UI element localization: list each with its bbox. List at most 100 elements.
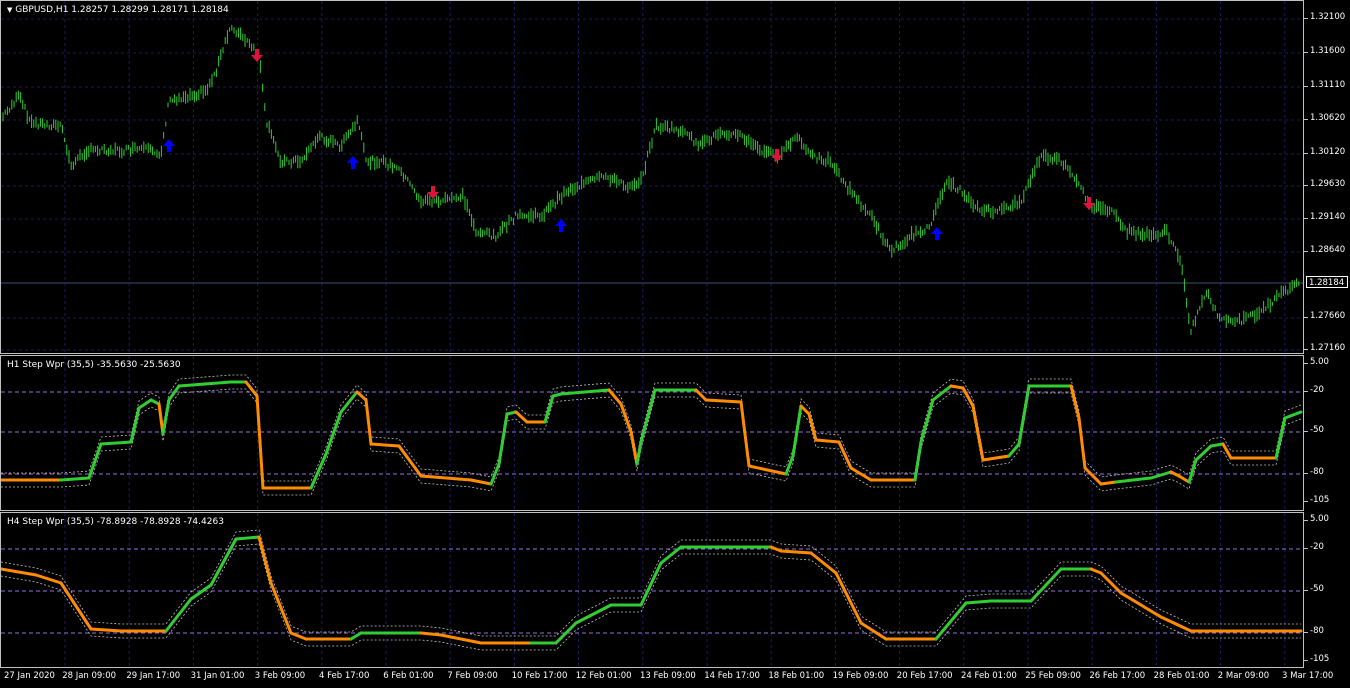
step-wpr-segment <box>834 571 863 625</box>
step-wpr-segment <box>324 410 343 456</box>
price-axis-tick <box>1304 52 1308 53</box>
step-wpr-segment <box>635 440 643 466</box>
level-axis-label: 5.00 <box>1310 514 1329 524</box>
level-axis-tick <box>1304 520 1308 521</box>
step-wpr-segment <box>934 601 968 641</box>
step-wpr-segment <box>704 398 743 404</box>
h1-step-wpr-canvas[interactable] <box>1 356 1303 510</box>
time-axis-label: 13 Feb 09:00 <box>640 671 696 681</box>
price-axis[interactable]: 1.32100 1.31600 1.31110 1.30620 1.30120 1.296… <box>1304 0 1350 354</box>
step-wpr-segment <box>99 440 133 446</box>
chart-grid <box>64 513 1286 667</box>
level-axis-label: -80 <box>1310 626 1324 636</box>
price-axis-label: 1.30620 <box>1310 113 1346 123</box>
step-wpr-segment <box>964 599 993 605</box>
step-wpr-segment <box>469 478 493 486</box>
step-wpr-segment <box>1159 615 1193 633</box>
time-axis-label: 12 Feb 01:00 <box>575 671 632 681</box>
step-wpr-segment <box>34 573 63 585</box>
step-wpr-segment <box>1099 480 1118 486</box>
time-axis-label: 14 Feb 17:00 <box>704 671 760 681</box>
h4-step-wpr-axis: 5.00 -20 -50 -80 -105 <box>1304 512 1350 668</box>
time-axis[interactable]: 27 Jan 2020 28 Jan 09:00 29 Jan 17:00 31 Ja… <box>0 668 1350 688</box>
price-axis-tick <box>1304 218 1308 219</box>
step-wpr-segment <box>1209 442 1225 448</box>
chart-grid <box>64 356 1286 510</box>
step-wpr-segment <box>629 430 639 466</box>
step-wpr-segment <box>779 549 813 555</box>
step-wpr-segment <box>791 404 803 458</box>
step-wpr-segment <box>1007 442 1021 458</box>
step-wpr-segment <box>364 398 373 446</box>
step-wpr-segment <box>209 537 238 587</box>
price-axis-tick <box>1304 119 1308 120</box>
price-axis-tick <box>1304 18 1308 19</box>
step-wpr-segment <box>289 631 308 641</box>
time-axis-label: 24 Feb 01:00 <box>961 671 1017 681</box>
time-axis-label: 28 Feb 01:00 <box>1153 671 1210 681</box>
step-wpr-segment <box>497 412 509 466</box>
chart-symbol-label: ▼ GBPUSD,H1 1.28257 1.28299 1.28171 1.28… <box>7 5 229 15</box>
h4-step-wpr-canvas[interactable] <box>1 513 1303 667</box>
step-wpr-segment <box>1 567 38 577</box>
step-wpr-segment <box>419 631 443 637</box>
step-wpr-segment <box>559 388 611 396</box>
step-wpr-segment <box>1274 416 1287 460</box>
step-wpr-segment <box>981 454 1011 462</box>
buy-arrow-icon <box>555 219 567 232</box>
time-axis-label: 3 Feb 09:00 <box>254 671 306 681</box>
price-axis-tick <box>1304 349 1308 350</box>
sell-arrow-icon <box>251 49 263 62</box>
time-axis-label: 6 Feb 01:00 <box>383 671 434 681</box>
step-wpr-segment <box>1077 416 1087 470</box>
step-wpr-segment <box>1029 567 1063 603</box>
price-axis-label: 1.31600 <box>1310 46 1346 56</box>
price-chart-canvas[interactable] <box>1 1 1303 353</box>
step-wpr-segment <box>739 400 751 468</box>
level-axis-tick <box>1304 431 1308 432</box>
step-wpr-segment <box>837 440 853 470</box>
step-wpr-segment <box>244 380 259 398</box>
time-axis-label: 27 Jan 2020 <box>4 671 55 681</box>
time-axis-label: 10 Feb 17:00 <box>511 671 568 681</box>
h1-step-wpr-panel[interactable]: H1 Step Wpr (35,5) -35.5630 -25.5630 <box>0 355 1304 511</box>
time-axis-label: 29 Jan 17:00 <box>126 671 181 681</box>
step-wpr-segment <box>859 621 888 641</box>
level-axis-tick <box>1304 548 1308 549</box>
step-wpr-segment <box>799 404 811 416</box>
step-wpr-segment <box>1069 384 1081 420</box>
level-axis-label: -20 <box>1310 385 1324 395</box>
step-wpr-segment <box>1089 567 1103 575</box>
level-axis-tick <box>1304 590 1308 591</box>
price-axis-label: 1.27160 <box>1310 343 1346 353</box>
step-wpr-segment <box>659 545 683 565</box>
step-wpr-segment <box>1149 470 1173 480</box>
step-wpr-segment <box>1283 410 1303 420</box>
level-axis-tick <box>1304 632 1308 633</box>
price-bars <box>2 24 1300 335</box>
price-axis-label: 1.28640 <box>1310 245 1346 255</box>
h1-step-wpr-label: H1 Step Wpr (35,5) -35.5630 -25.5630 <box>7 360 181 370</box>
step-wpr-segment <box>919 398 935 444</box>
price-axis-tick <box>1304 86 1308 87</box>
time-axis-label: 26 Feb 17:00 <box>1089 671 1146 681</box>
time-axis-label: 25 Feb 09:00 <box>1025 671 1081 681</box>
sell-arrow-icon <box>1083 197 1095 210</box>
step-wpr-segment <box>419 474 473 482</box>
price-chart-panel[interactable]: ▼ GBPUSD,H1 1.28257 1.28299 1.28171 1.28… <box>0 0 1304 354</box>
level-axis-tick <box>1304 660 1308 661</box>
step-wpr-segment <box>849 466 873 482</box>
level-axis-tick <box>1304 391 1308 392</box>
chart-menu-arrow-icon[interactable]: ▼ <box>7 6 12 14</box>
level-axis-tick <box>1304 363 1308 364</box>
h1-step-wpr-axis: 5.00 -20 -50 -80 -105 <box>1304 355 1350 511</box>
step-wpr-segment <box>137 398 153 410</box>
price-axis-label: 1.27660 <box>1310 311 1346 321</box>
step-wpr-segment <box>257 535 273 585</box>
h4-step-wpr-panel[interactable]: H4 Step Wpr (35,5) -78.8928 -78.8928 -74… <box>0 512 1304 668</box>
step-wpr-segment <box>234 535 261 541</box>
step-wpr-segment <box>809 551 838 575</box>
buy-arrow-icon <box>163 139 175 152</box>
level-axis-tick <box>1304 473 1308 474</box>
price-axis-tick <box>1304 251 1308 252</box>
